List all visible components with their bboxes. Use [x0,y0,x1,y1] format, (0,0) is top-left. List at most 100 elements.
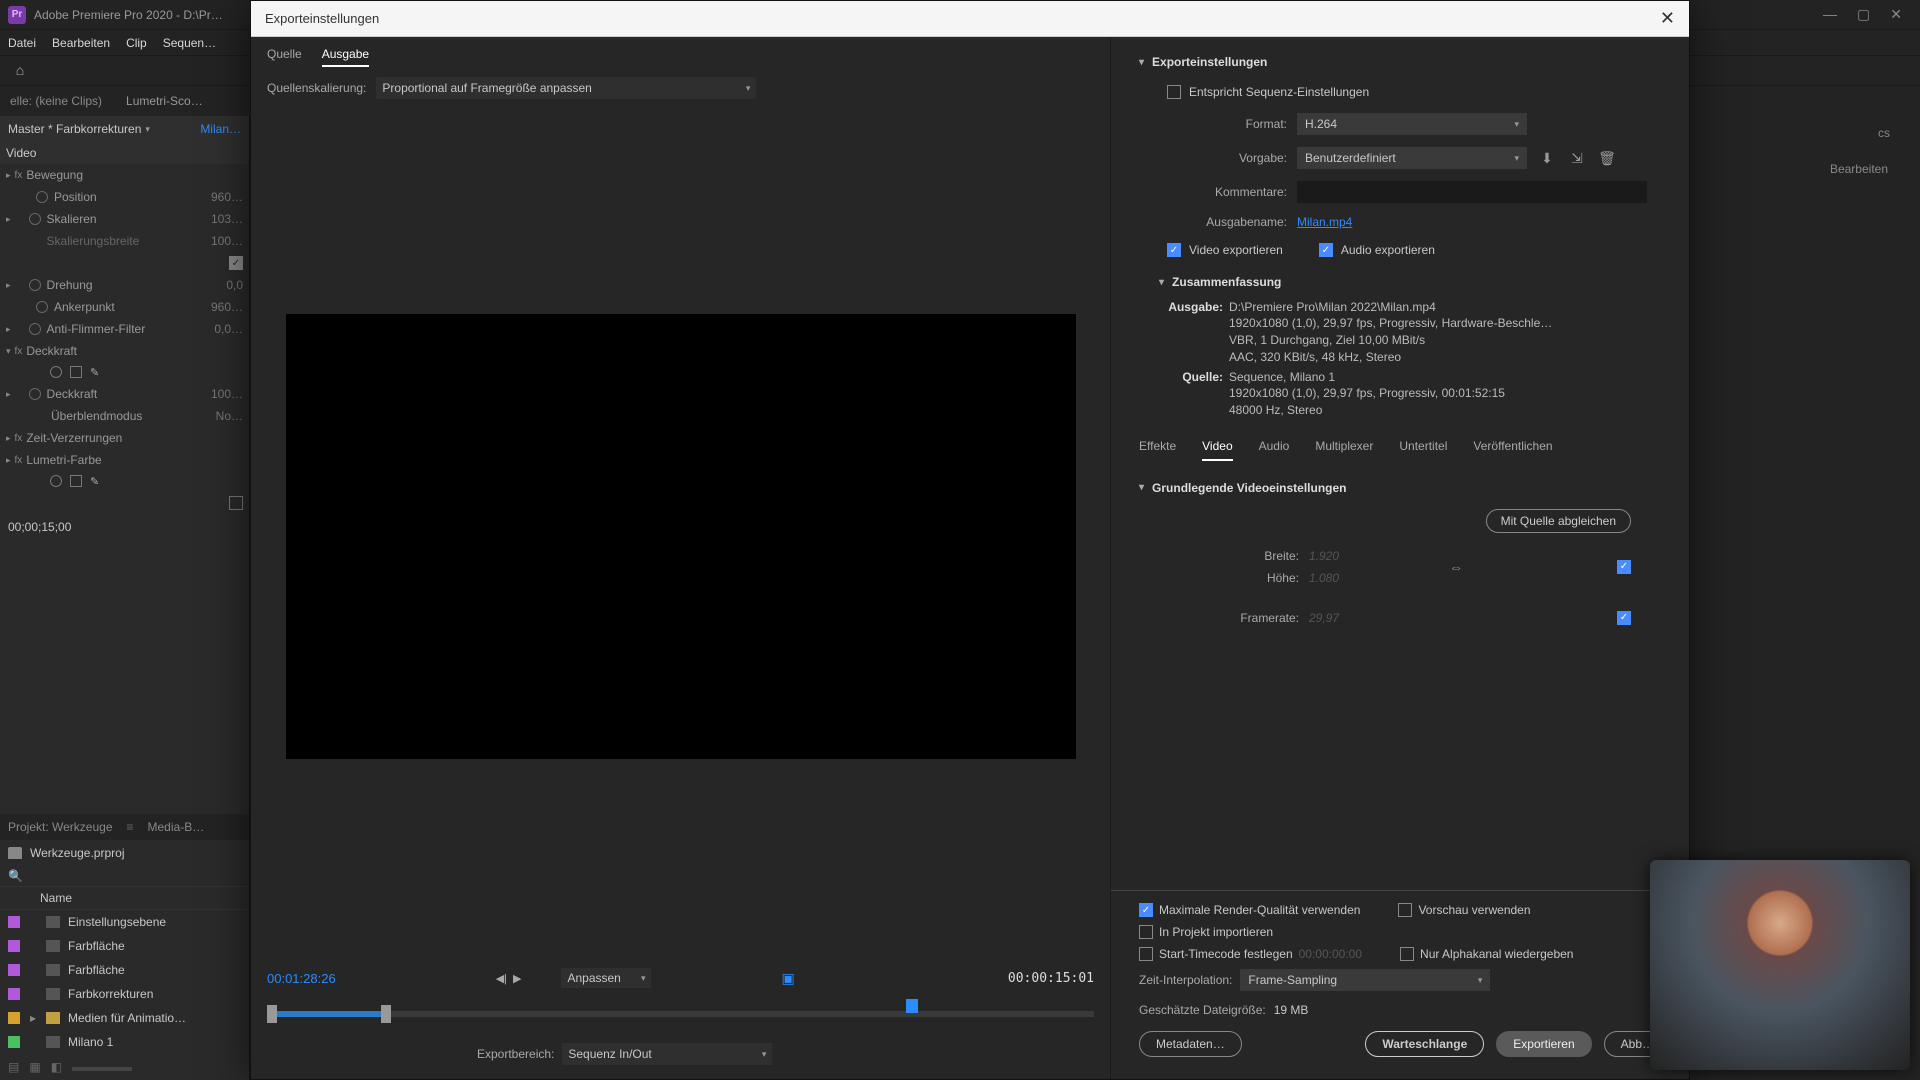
save-preset-icon[interactable]: ⬇ [1537,148,1557,168]
tab-source[interactable]: Quelle [267,47,302,67]
fx-position[interactable]: Position960… [0,186,249,208]
tab-multiplexer[interactable]: Multiplexer [1315,439,1373,461]
summary-header[interactable]: ▾ Zusammenfassung [1139,267,1671,295]
framerate-value[interactable]: 29,97 [1309,611,1369,625]
tab-subtitles[interactable]: Untertitel [1399,439,1447,461]
transport-timecode-left[interactable]: 00:01:28:26 [267,971,336,986]
home-icon[interactable]: ⌂ [10,60,30,80]
menu-edit[interactable]: Bearbeiten [52,36,110,50]
rect-mask-icon[interactable] [70,475,82,487]
source-panel-tab[interactable]: elle: (keine Clips) [10,94,102,108]
fx-rotation[interactable]: ▸Drehung0,0 [0,274,249,296]
width-value[interactable]: 1.920 [1309,549,1369,563]
tab-video[interactable]: Video [1202,439,1232,461]
export-settings-header[interactable]: ▾ Exporteinstellungen [1139,47,1671,75]
play-icon[interactable]: ▶ [513,972,521,985]
project-item[interactable]: Milano 1 [0,1030,249,1054]
in-handle[interactable] [267,1005,277,1023]
fx-scale[interactable]: ▸Skalieren103… [0,208,249,230]
height-value[interactable]: 1.080 [1309,571,1369,585]
comments-input[interactable] [1297,181,1647,203]
menu-clip[interactable]: Clip [126,36,147,50]
tab-audio[interactable]: Audio [1259,439,1290,461]
fx-anchor[interactable]: Ankerpunkt960… [0,296,249,318]
match-dimensions-checkbox[interactable]: ✓ [1617,560,1631,574]
ellipse-mask-icon[interactable] [50,475,62,487]
out-handle[interactable] [381,1005,391,1023]
freeform-view-icon[interactable]: ◧ [51,1060,62,1074]
import-project-checkbox[interactable] [1139,925,1153,939]
fx-opacity-section[interactable]: ▾fxDeckkraft [0,340,249,362]
pen-mask-icon[interactable]: ✎ [90,475,99,488]
tab-output[interactable]: Ausgabe [322,47,369,67]
project-tab[interactable]: Projekt: Werkzeuge [8,820,113,834]
zoom-slider[interactable] [72,1067,132,1071]
stopwatch-icon[interactable] [29,323,41,335]
export-video-checkbox[interactable]: ✓ [1167,243,1181,257]
project-column-name[interactable]: Name [0,886,249,910]
expand-icon[interactable]: ▸ [28,1011,38,1025]
start-timecode-checkbox[interactable] [1139,947,1153,961]
export-range-slider[interactable] [251,993,1110,1033]
chevron-down-icon[interactable]: ▾ [145,124,150,135]
fx-timeremap[interactable]: ▸fxZeit-Verzerrungen [0,427,249,449]
menu-sequence[interactable]: Sequen… [163,36,216,50]
lumetri-scopes-tab[interactable]: Lumetri-Sco… [126,94,203,108]
project-item[interactable]: Farbkorrekturen [0,982,249,1006]
pen-mask-icon[interactable]: ✎ [90,366,99,379]
delete-preset-icon[interactable]: 🗑 [1597,148,1617,168]
time-interp-select[interactable]: Frame-Sampling▾ [1240,969,1490,991]
workspace-tab-edit[interactable]: Bearbeiten [1818,156,1900,182]
media-browser-tab[interactable]: Media-B… [148,820,205,834]
project-item[interactable]: ▸Medien für Animatio… [0,1006,249,1030]
rect-mask-icon[interactable] [70,366,82,378]
maximize-button[interactable]: ▢ [1857,6,1870,23]
basic-video-header[interactable]: ▾ Grundlegende Videoeinstellungen [1139,473,1671,501]
export-range-select[interactable]: Sequenz In/Out▾ [562,1043,772,1065]
ellipse-mask-icon[interactable] [50,366,62,378]
fx-motion[interactable]: ▸fxBewegung [0,164,249,186]
queue-button[interactable]: Warteschlange [1365,1031,1484,1057]
project-item[interactable]: Farbfläche [0,934,249,958]
fx-checkbox-row[interactable] [0,492,249,514]
project-item[interactable]: Farbfläche [0,958,249,982]
source-scaling-select[interactable]: Proportional auf Framegröße anpassen▾ [376,77,756,99]
panel-tab-cs[interactable]: cs [1868,116,1900,150]
fx-opacity[interactable]: ▸Deckkraft100… [0,383,249,405]
alpha-only-checkbox[interactable] [1400,947,1414,961]
minimize-button[interactable]: — [1823,6,1837,23]
match-framerate-checkbox[interactable]: ✓ [1617,611,1631,625]
fx-antiflicker[interactable]: ▸Anti-Flimmer-Filter0,0… [0,318,249,340]
icon-view-icon[interactable]: ▦ [29,1060,40,1074]
fx-lumetri[interactable]: ▸fxLumetri-Farbe [0,449,249,471]
output-name-link[interactable]: Milan.mp4 [1297,215,1352,229]
fx-scale-width[interactable]: ▸Skalierungsbreite100… [0,230,249,252]
format-select[interactable]: H.264▾ [1297,113,1527,135]
close-button[interactable]: ✕ [1890,6,1902,23]
max-render-checkbox[interactable]: ✓ [1139,903,1153,917]
playhead-icon[interactable] [906,999,918,1013]
stopwatch-icon[interactable] [36,301,48,313]
fx-blend[interactable]: ÜberblendmodusNo… [0,405,249,427]
tab-publish[interactable]: Veröffentlichen [1473,439,1552,461]
project-item[interactable]: Einstellungsebene [0,910,249,934]
stopwatch-icon[interactable] [29,388,41,400]
zoom-fit-select[interactable]: Anpassen▾ [561,968,651,988]
fx-uniform-check[interactable]: ✓ [0,252,249,274]
link-dimensions-icon[interactable]: ⇔ [1441,559,1471,575]
metadata-button[interactable]: Metadaten… [1139,1031,1242,1057]
step-back-icon[interactable]: ◀| [496,972,507,985]
stopwatch-icon[interactable] [36,191,48,203]
export-audio-checkbox[interactable]: ✓ [1319,243,1333,257]
list-view-icon[interactable]: ▤ [8,1060,19,1074]
match-sequence-checkbox[interactable] [1167,85,1181,99]
tab-effects[interactable]: Effekte [1139,439,1176,461]
stopwatch-icon[interactable] [29,213,41,225]
close-icon[interactable]: ✕ [1660,8,1675,29]
project-search[interactable]: 🔍 [0,866,249,886]
match-source-button[interactable]: Mit Quelle abgleichen [1486,509,1631,533]
aspect-ratio-icon[interactable]: ▣ [781,970,794,987]
import-preset-icon[interactable]: ⇲ [1567,148,1587,168]
export-button[interactable]: Exportieren [1496,1031,1591,1057]
clip-name[interactable]: Milan… [200,122,241,136]
